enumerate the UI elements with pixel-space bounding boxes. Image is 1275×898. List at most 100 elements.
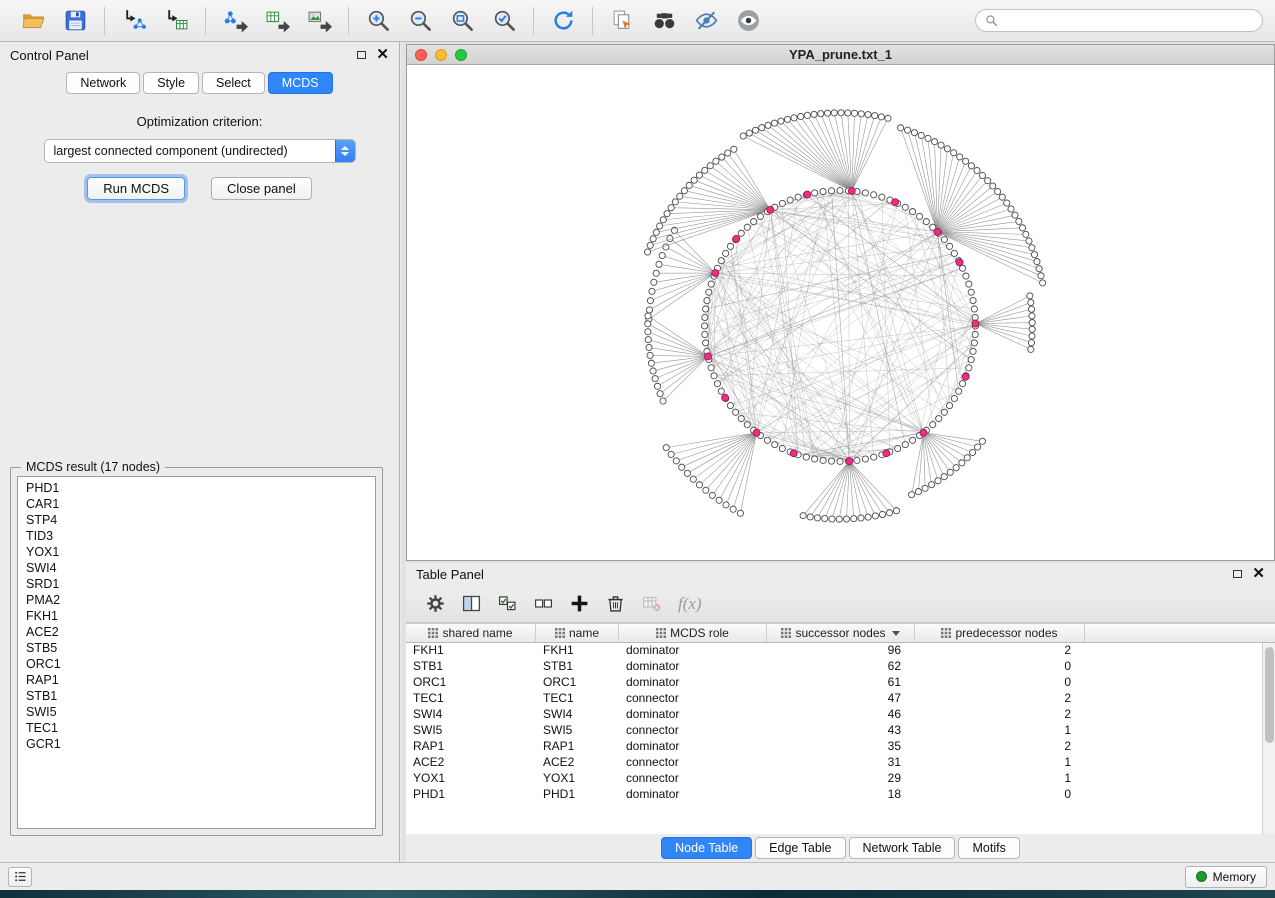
mcds-result-item[interactable]: ACE2 [26, 624, 375, 640]
table-row[interactable]: YOX1YOX1connector291 [406, 771, 1262, 787]
tab-node-table[interactable]: Node Table [661, 837, 752, 859]
float-table-panel-icon[interactable] [1233, 570, 1242, 578]
table-row[interactable]: RAP1RAP1dominator352 [406, 739, 1262, 755]
column-header-label: name [569, 626, 599, 640]
table-options-button[interactable] [420, 589, 450, 619]
table-cell: ORC1 [406, 675, 536, 691]
export-network-button[interactable] [218, 5, 252, 37]
table-cell: 2 [915, 643, 1085, 659]
tab-network[interactable]: Network [66, 72, 140, 94]
import-table-file-button[interactable] [159, 5, 193, 37]
table-row[interactable]: FKH1FKH1dominator962 [406, 643, 1262, 659]
table-row[interactable]: STB1STB1dominator620 [406, 659, 1262, 675]
tab-select[interactable]: Select [202, 72, 265, 94]
mcds-result-list[interactable]: PHD1CAR1STP4TID3YOX1SWI4SRD1PMA2FKH1ACE2… [17, 476, 376, 829]
tab-edge-table[interactable]: Edge Table [755, 837, 845, 859]
float-panel-icon[interactable] [357, 51, 366, 59]
table-cell: YOX1 [536, 771, 619, 787]
delete-columns-button[interactable] [600, 589, 630, 619]
table-row[interactable]: TEC1TEC1connector472 [406, 691, 1262, 707]
network-window-titlebar[interactable]: YPA_prune.txt_1 [407, 45, 1274, 65]
close-panel-button[interactable]: Close panel [211, 177, 312, 200]
network-canvas[interactable] [407, 65, 1274, 560]
select-all-rows-button[interactable] [492, 589, 522, 619]
find-button[interactable] [647, 5, 681, 37]
mcds-result-item[interactable]: TID3 [26, 528, 375, 544]
table-cell: 1 [915, 771, 1085, 787]
close-table-panel-icon[interactable]: ✕ [1252, 569, 1265, 579]
close-panel-icon[interactable]: ✕ [376, 50, 389, 60]
tab-motifs[interactable]: Motifs [958, 837, 1019, 859]
create-column-button[interactable] [564, 589, 594, 619]
right-area: YPA_prune.txt_1 Table Panel ✕ f(x) [401, 42, 1275, 862]
memory-status-icon [1196, 871, 1207, 882]
mcds-result-item[interactable]: FKH1 [26, 608, 375, 624]
tab-style[interactable]: Style [143, 72, 199, 94]
mcds-result-item[interactable]: STB5 [26, 640, 375, 656]
panel-menu-button[interactable] [8, 867, 32, 887]
table-row[interactable]: PHD1PHD1dominator180 [406, 787, 1262, 803]
save-session-icon [63, 8, 88, 33]
table-cell: dominator [619, 659, 767, 675]
export-table-button[interactable] [260, 5, 294, 37]
deselect-all-rows-button[interactable] [528, 589, 558, 619]
zoom-in-button[interactable] [361, 5, 395, 37]
column-header[interactable]: name [536, 624, 619, 642]
mcds-result-item[interactable]: CAR1 [26, 496, 375, 512]
mcds-result-item[interactable]: ORC1 [26, 656, 375, 672]
table-scrollbar[interactable] [1262, 643, 1275, 834]
tab-mcds[interactable]: MCDS [268, 72, 333, 94]
mcds-result-item[interactable]: PMA2 [26, 592, 375, 608]
hide-graphics-details-button[interactable] [689, 5, 723, 37]
table-cell: STB1 [536, 659, 619, 675]
delete-table-button[interactable] [636, 589, 666, 619]
mcds-result-item[interactable]: SRD1 [26, 576, 375, 592]
show-graphics-details-button[interactable] [731, 5, 765, 37]
mcds-result-item[interactable]: PHD1 [26, 480, 375, 496]
open-file-button[interactable] [16, 5, 50, 37]
table-row[interactable]: ORC1ORC1dominator610 [406, 675, 1262, 691]
control-panel: Control Panel ✕ NetworkStyleSelectMCDS O… [0, 42, 400, 862]
window-zoom-button[interactable] [455, 49, 467, 61]
node-table-body: FKH1FKH1dominator962STB1STB1dominator620… [406, 643, 1262, 834]
column-header[interactable]: predecessor nodes [915, 624, 1085, 642]
show-columns-button[interactable] [456, 589, 486, 619]
mcds-result-item[interactable]: GCR1 [26, 736, 375, 752]
refresh-view-button[interactable] [546, 5, 580, 37]
table-panel-title: Table Panel [416, 567, 484, 582]
table-cell: 61 [767, 675, 915, 691]
column-header[interactable]: successor nodes [767, 624, 915, 642]
mcds-result-item[interactable]: STP4 [26, 512, 375, 528]
table-scrollbar-thumb[interactable] [1265, 647, 1274, 743]
mcds-result-title: MCDS result (17 nodes) [21, 460, 165, 474]
table-cell: ACE2 [536, 755, 619, 771]
mcds-result-item[interactable]: YOX1 [26, 544, 375, 560]
search-input[interactable] [1004, 14, 1253, 28]
table-row[interactable]: SWI4SWI4dominator462 [406, 707, 1262, 723]
export-image-button[interactable] [302, 5, 336, 37]
column-header-label: successor nodes [795, 626, 885, 640]
mcds-result-item[interactable]: STB1 [26, 688, 375, 704]
table-row[interactable]: SWI5SWI5connector431 [406, 723, 1262, 739]
column-header[interactable]: shared name [406, 624, 536, 642]
search-box[interactable] [975, 9, 1263, 32]
clone-network-button[interactable] [605, 5, 639, 37]
mcds-result-item[interactable]: RAP1 [26, 672, 375, 688]
mcds-result-item[interactable]: SWI5 [26, 704, 375, 720]
zoom-fit-button[interactable] [445, 5, 479, 37]
import-network-file-button[interactable] [117, 5, 151, 37]
run-mcds-button[interactable]: Run MCDS [87, 177, 185, 200]
table-row[interactable]: ACE2ACE2connector311 [406, 755, 1262, 771]
window-close-button[interactable] [415, 49, 427, 61]
zoom-selected-button[interactable] [487, 5, 521, 37]
tab-network-table[interactable]: Network Table [849, 837, 956, 859]
save-session-button[interactable] [58, 5, 92, 37]
memory-button[interactable]: Memory [1185, 866, 1267, 888]
optimization-criterion-dropdown[interactable]: largest connected component (undirected) [44, 139, 356, 163]
zoom-out-button[interactable] [403, 5, 437, 37]
column-header[interactable]: MCDS role [619, 624, 767, 642]
mcds-result-item[interactable]: TEC1 [26, 720, 375, 736]
window-minimize-button[interactable] [435, 49, 447, 61]
network-graph[interactable] [407, 65, 1274, 560]
mcds-result-item[interactable]: SWI4 [26, 560, 375, 576]
